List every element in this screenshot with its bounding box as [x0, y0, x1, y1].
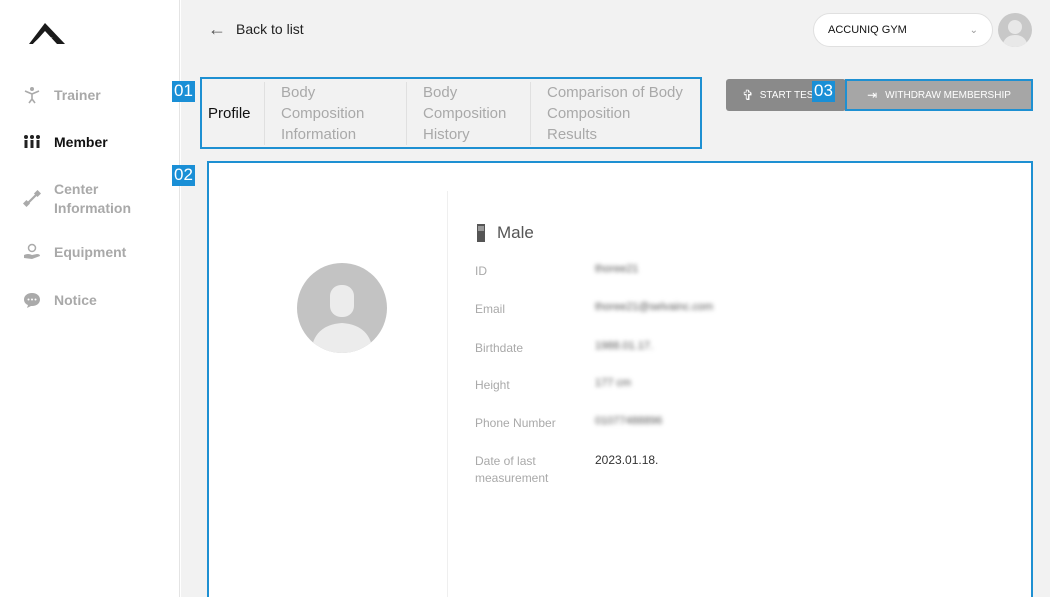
sidebar-item-label: Center Information	[54, 181, 131, 216]
callout-badge-01: 01	[172, 81, 195, 102]
trainer-icon	[22, 85, 42, 105]
sidebar-item-label: Member	[54, 133, 108, 150]
sidebar-item-label: Notice	[54, 291, 97, 308]
person-icon: ✞	[742, 86, 754, 103]
info-value: thoree21	[595, 263, 639, 275]
start-test-label: START TEST	[759, 89, 820, 101]
logout-icon: ⇥	[867, 88, 878, 102]
tab-profile[interactable]: Profile	[200, 103, 264, 124]
info-label: Height	[475, 378, 510, 392]
main-content: ← Back to list ACCUNIQ GYM ⌄ Profile Bod…	[172, 0, 1050, 597]
withdraw-label: WITHDRAW MEMBERSHIP	[885, 89, 1011, 101]
center-icon	[22, 189, 42, 209]
tab-body-composition-information[interactable]: Body Composition Information	[264, 81, 406, 145]
callout-badge-02: 02	[172, 165, 195, 186]
info-label: Phone Number	[475, 416, 556, 430]
info-value: 1988.01.17.	[595, 340, 654, 352]
info-value: 01077488896	[595, 415, 663, 427]
member-tabs: Profile Body Composition Information Bod…	[200, 77, 702, 149]
chevron-down-icon: ⌄	[969, 24, 978, 36]
sidebar-item-member[interactable]: Member	[22, 132, 108, 152]
info-label: ID	[475, 264, 487, 278]
info-label: Email	[475, 302, 506, 316]
info-value: thoree21@selvainc.com	[595, 301, 714, 313]
profile-avatar	[297, 263, 387, 353]
info-label: Birthdate	[475, 341, 524, 355]
sidebar-item-label: Equipment	[54, 243, 127, 260]
back-to-list-link[interactable]: ← Back to list	[208, 20, 304, 38]
avatar-icon	[311, 285, 373, 353]
gender-label: Male	[497, 223, 534, 242]
tab-body-composition-history[interactable]: Body Composition History	[406, 81, 530, 145]
sidebar-item-notice[interactable]: Notice	[22, 290, 97, 310]
info-label: Date of last measurement	[475, 454, 549, 485]
top-bar: ← Back to list ACCUNIQ GYM ⌄	[181, 0, 1050, 62]
profile-card: Male ID thoree21 Email thoree21@selvainc…	[207, 161, 1033, 597]
sidebar-item-equipment[interactable]: Equipment	[22, 242, 126, 262]
tab-comparison-of-body-composition-results[interactable]: Comparison of Body Composition Results	[530, 81, 700, 145]
gym-select[interactable]: ACCUNIQ GYM ⌄	[813, 13, 993, 47]
member-icon	[22, 132, 42, 152]
info-value: 177 cm	[595, 377, 632, 389]
info-value: 2023.01.18.	[595, 453, 659, 467]
logo-icon[interactable]	[27, 20, 67, 46]
user-avatar[interactable]	[998, 13, 1032, 47]
withdraw-membership-button[interactable]: ⇥ WITHDRAW MEMBERSHIP	[845, 79, 1033, 111]
sidebar-item-label: Trainer	[54, 86, 101, 103]
equipment-icon	[22, 242, 42, 262]
gender: Male	[475, 223, 534, 243]
sidebar-item-trainer[interactable]: Trainer	[22, 85, 101, 105]
avatar-icon	[1002, 20, 1028, 47]
notice-icon	[22, 290, 42, 310]
back-label: Back to list	[236, 21, 304, 37]
gym-name: ACCUNIQ GYM	[828, 24, 907, 36]
callout-badge-03: 03	[812, 81, 835, 102]
arrow-left-icon: ←	[208, 19, 226, 39]
card-divider	[447, 191, 448, 597]
sidebar: Trainer Member Center Information Equipm…	[0, 0, 180, 597]
male-icon	[477, 224, 485, 242]
sidebar-item-center-information[interactable]: Center Information	[22, 180, 144, 218]
